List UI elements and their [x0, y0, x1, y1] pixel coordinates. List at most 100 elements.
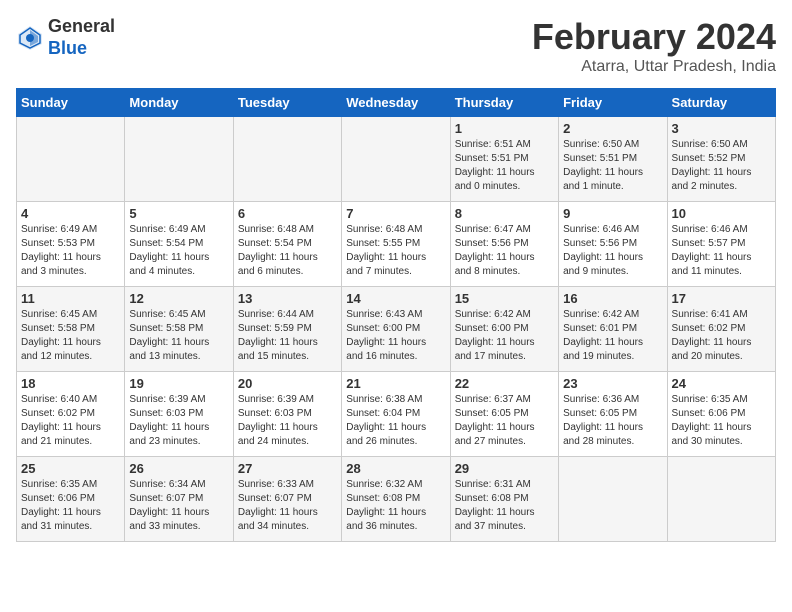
day-number: 9	[563, 206, 662, 221]
calendar-cell: 17 Sunrise: 6:41 AMSunset: 6:02 PMDayligh…	[667, 287, 775, 372]
cell-info: Sunrise: 6:39 AMSunset: 6:03 PMDaylight:…	[238, 393, 337, 449]
day-number: 20	[238, 376, 337, 391]
cell-info: Sunrise: 6:31 AMSunset: 6:08 PMDaylight:…	[455, 478, 554, 534]
calendar-cell: 23 Sunrise: 6:36 AMSunset: 6:05 PMDayligh…	[559, 372, 667, 457]
cell-info: Sunrise: 6:36 AMSunset: 6:05 PMDaylight:…	[563, 393, 662, 449]
header-cell-thursday: Thursday	[450, 89, 558, 117]
cell-info: Sunrise: 6:48 AMSunset: 5:55 PMDaylight:…	[346, 223, 445, 279]
cell-info: Sunrise: 6:49 AMSunset: 5:54 PMDaylight:…	[129, 223, 228, 279]
header-cell-sunday: Sunday	[17, 89, 125, 117]
calendar-cell: 19 Sunrise: 6:39 AMSunset: 6:03 PMDayligh…	[125, 372, 233, 457]
day-number: 15	[455, 291, 554, 306]
calendar-cell: 13 Sunrise: 6:44 AMSunset: 5:59 PMDayligh…	[233, 287, 341, 372]
header-row: SundayMondayTuesdayWednesdayThursdayFrid…	[17, 89, 776, 117]
day-number: 21	[346, 376, 445, 391]
cell-info: Sunrise: 6:32 AMSunset: 6:08 PMDaylight:…	[346, 478, 445, 534]
calendar-cell: 14Sunrise: 6:43 AMSunset: 6:00 PMDayligh…	[342, 287, 450, 372]
cell-info: Sunrise: 6:45 AMSunset: 5:58 PMDaylight:…	[129, 308, 228, 364]
day-number: 3	[672, 121, 771, 136]
cell-info: Sunrise: 6:50 AMSunset: 5:52 PMDaylight:…	[672, 138, 771, 194]
day-number: 29	[455, 461, 554, 476]
calendar-cell	[233, 117, 341, 202]
cell-info: Sunrise: 6:35 AMSunset: 6:06 PMDaylight:…	[672, 393, 771, 449]
calendar-cell: 7 Sunrise: 6:48 AMSunset: 5:55 PMDaylight…	[342, 202, 450, 287]
logo: General Blue	[16, 16, 115, 59]
calendar-cell: 10Sunrise: 6:46 AMSunset: 5:57 PMDayligh…	[667, 202, 775, 287]
calendar-cell: 3 Sunrise: 6:50 AMSunset: 5:52 PMDaylight…	[667, 117, 775, 202]
cell-info: Sunrise: 6:45 AMSunset: 5:58 PMDaylight:…	[21, 308, 120, 364]
day-number: 27	[238, 461, 337, 476]
day-number: 25	[21, 461, 120, 476]
day-number: 11	[21, 291, 120, 306]
week-row-4: 18 Sunrise: 6:40 AMSunset: 6:02 PMDayligh…	[17, 372, 776, 457]
cell-info: Sunrise: 6:44 AMSunset: 5:59 PMDaylight:…	[238, 308, 337, 364]
calendar-cell: 1Sunrise: 6:51 AMSunset: 5:51 PMDaylight…	[450, 117, 558, 202]
calendar-cell	[667, 457, 775, 542]
day-number: 17	[672, 291, 771, 306]
calendar-cell: 27 Sunrise: 6:33 AMSunset: 6:07 PMDayligh…	[233, 457, 341, 542]
day-number: 22	[455, 376, 554, 391]
calendar-cell: 21 Sunrise: 6:38 AMSunset: 6:04 PMDayligh…	[342, 372, 450, 457]
cell-info: Sunrise: 6:37 AMSunset: 6:05 PMDaylight:…	[455, 393, 554, 449]
logo-icon	[16, 24, 44, 52]
week-row-3: 11 Sunrise: 6:45 AMSunset: 5:58 PMDayligh…	[17, 287, 776, 372]
calendar-cell	[125, 117, 233, 202]
day-number: 19	[129, 376, 228, 391]
header: General Blue February 2024 Atarra, Uttar…	[16, 16, 776, 76]
week-row-1: 1Sunrise: 6:51 AMSunset: 5:51 PMDaylight…	[17, 117, 776, 202]
cell-info: Sunrise: 6:48 AMSunset: 5:54 PMDaylight:…	[238, 223, 337, 279]
calendar-cell: 28 Sunrise: 6:32 AMSunset: 6:08 PMDayligh…	[342, 457, 450, 542]
cell-info: Sunrise: 6:33 AMSunset: 6:07 PMDaylight:…	[238, 478, 337, 534]
day-number: 26	[129, 461, 228, 476]
cell-info: Sunrise: 6:49 AMSunset: 5:53 PMDaylight:…	[21, 223, 120, 279]
day-number: 6	[238, 206, 337, 221]
day-number: 1	[455, 121, 554, 136]
calendar-cell: 9Sunrise: 6:46 AMSunset: 5:56 PMDaylight…	[559, 202, 667, 287]
cell-info: Sunrise: 6:41 AMSunset: 6:02 PMDaylight:…	[672, 308, 771, 364]
cell-info: Sunrise: 6:34 AMSunset: 6:07 PMDaylight:…	[129, 478, 228, 534]
cell-info: Sunrise: 6:39 AMSunset: 6:03 PMDaylight:…	[129, 393, 228, 449]
day-number: 18	[21, 376, 120, 391]
cell-info: Sunrise: 6:50 AMSunset: 5:51 PMDaylight:…	[563, 138, 662, 194]
day-number: 28	[346, 461, 445, 476]
day-number: 23	[563, 376, 662, 391]
calendar-cell: 11 Sunrise: 6:45 AMSunset: 5:58 PMDayligh…	[17, 287, 125, 372]
day-number: 2	[563, 121, 662, 136]
day-number: 7	[346, 206, 445, 221]
header-cell-saturday: Saturday	[667, 89, 775, 117]
calendar-cell: 25 Sunrise: 6:35 AMSunset: 6:06 PMDayligh…	[17, 457, 125, 542]
calendar-cell: 24Sunrise: 6:35 AMSunset: 6:06 PMDayligh…	[667, 372, 775, 457]
calendar-cell: 16Sunrise: 6:42 AMSunset: 6:01 PMDayligh…	[559, 287, 667, 372]
calendar-cell: 5Sunrise: 6:49 AMSunset: 5:54 PMDaylight…	[125, 202, 233, 287]
cell-info: Sunrise: 6:38 AMSunset: 6:04 PMDaylight:…	[346, 393, 445, 449]
calendar-cell	[17, 117, 125, 202]
calendar-cell: 2 Sunrise: 6:50 AMSunset: 5:51 PMDaylight…	[559, 117, 667, 202]
calendar-cell: 15 Sunrise: 6:42 AMSunset: 6:00 PMDayligh…	[450, 287, 558, 372]
week-row-2: 4 Sunrise: 6:49 AMSunset: 5:53 PMDaylight…	[17, 202, 776, 287]
header-cell-wednesday: Wednesday	[342, 89, 450, 117]
cell-info: Sunrise: 6:42 AMSunset: 6:00 PMDaylight:…	[455, 308, 554, 364]
header-cell-monday: Monday	[125, 89, 233, 117]
day-number: 12	[129, 291, 228, 306]
calendar-cell: 18 Sunrise: 6:40 AMSunset: 6:02 PMDayligh…	[17, 372, 125, 457]
cell-info: Sunrise: 6:47 AMSunset: 5:56 PMDaylight:…	[455, 223, 554, 279]
calendar-cell: 8 Sunrise: 6:47 AMSunset: 5:56 PMDaylight…	[450, 202, 558, 287]
day-number: 10	[672, 206, 771, 221]
week-row-5: 25 Sunrise: 6:35 AMSunset: 6:06 PMDayligh…	[17, 457, 776, 542]
day-number: 4	[21, 206, 120, 221]
calendar-cell: 22 Sunrise: 6:37 AMSunset: 6:05 PMDayligh…	[450, 372, 558, 457]
header-cell-friday: Friday	[559, 89, 667, 117]
calendar-cell: 12 Sunrise: 6:45 AMSunset: 5:58 PMDayligh…	[125, 287, 233, 372]
day-number: 13	[238, 291, 337, 306]
cell-info: Sunrise: 6:43 AMSunset: 6:00 PMDaylight:…	[346, 308, 445, 364]
calendar-cell: 6 Sunrise: 6:48 AMSunset: 5:54 PMDaylight…	[233, 202, 341, 287]
location: Atarra, Uttar Pradesh, India	[532, 58, 776, 76]
cell-info: Sunrise: 6:40 AMSunset: 6:02 PMDaylight:…	[21, 393, 120, 449]
calendar-cell: 4 Sunrise: 6:49 AMSunset: 5:53 PMDaylight…	[17, 202, 125, 287]
day-number: 8	[455, 206, 554, 221]
month-title: February 2024	[532, 16, 776, 58]
calendar-cell	[559, 457, 667, 542]
calendar-cell: 29 Sunrise: 6:31 AMSunset: 6:08 PMDayligh…	[450, 457, 558, 542]
cell-info: Sunrise: 6:35 AMSunset: 6:06 PMDaylight:…	[21, 478, 120, 534]
logo-text: General Blue	[48, 16, 115, 59]
